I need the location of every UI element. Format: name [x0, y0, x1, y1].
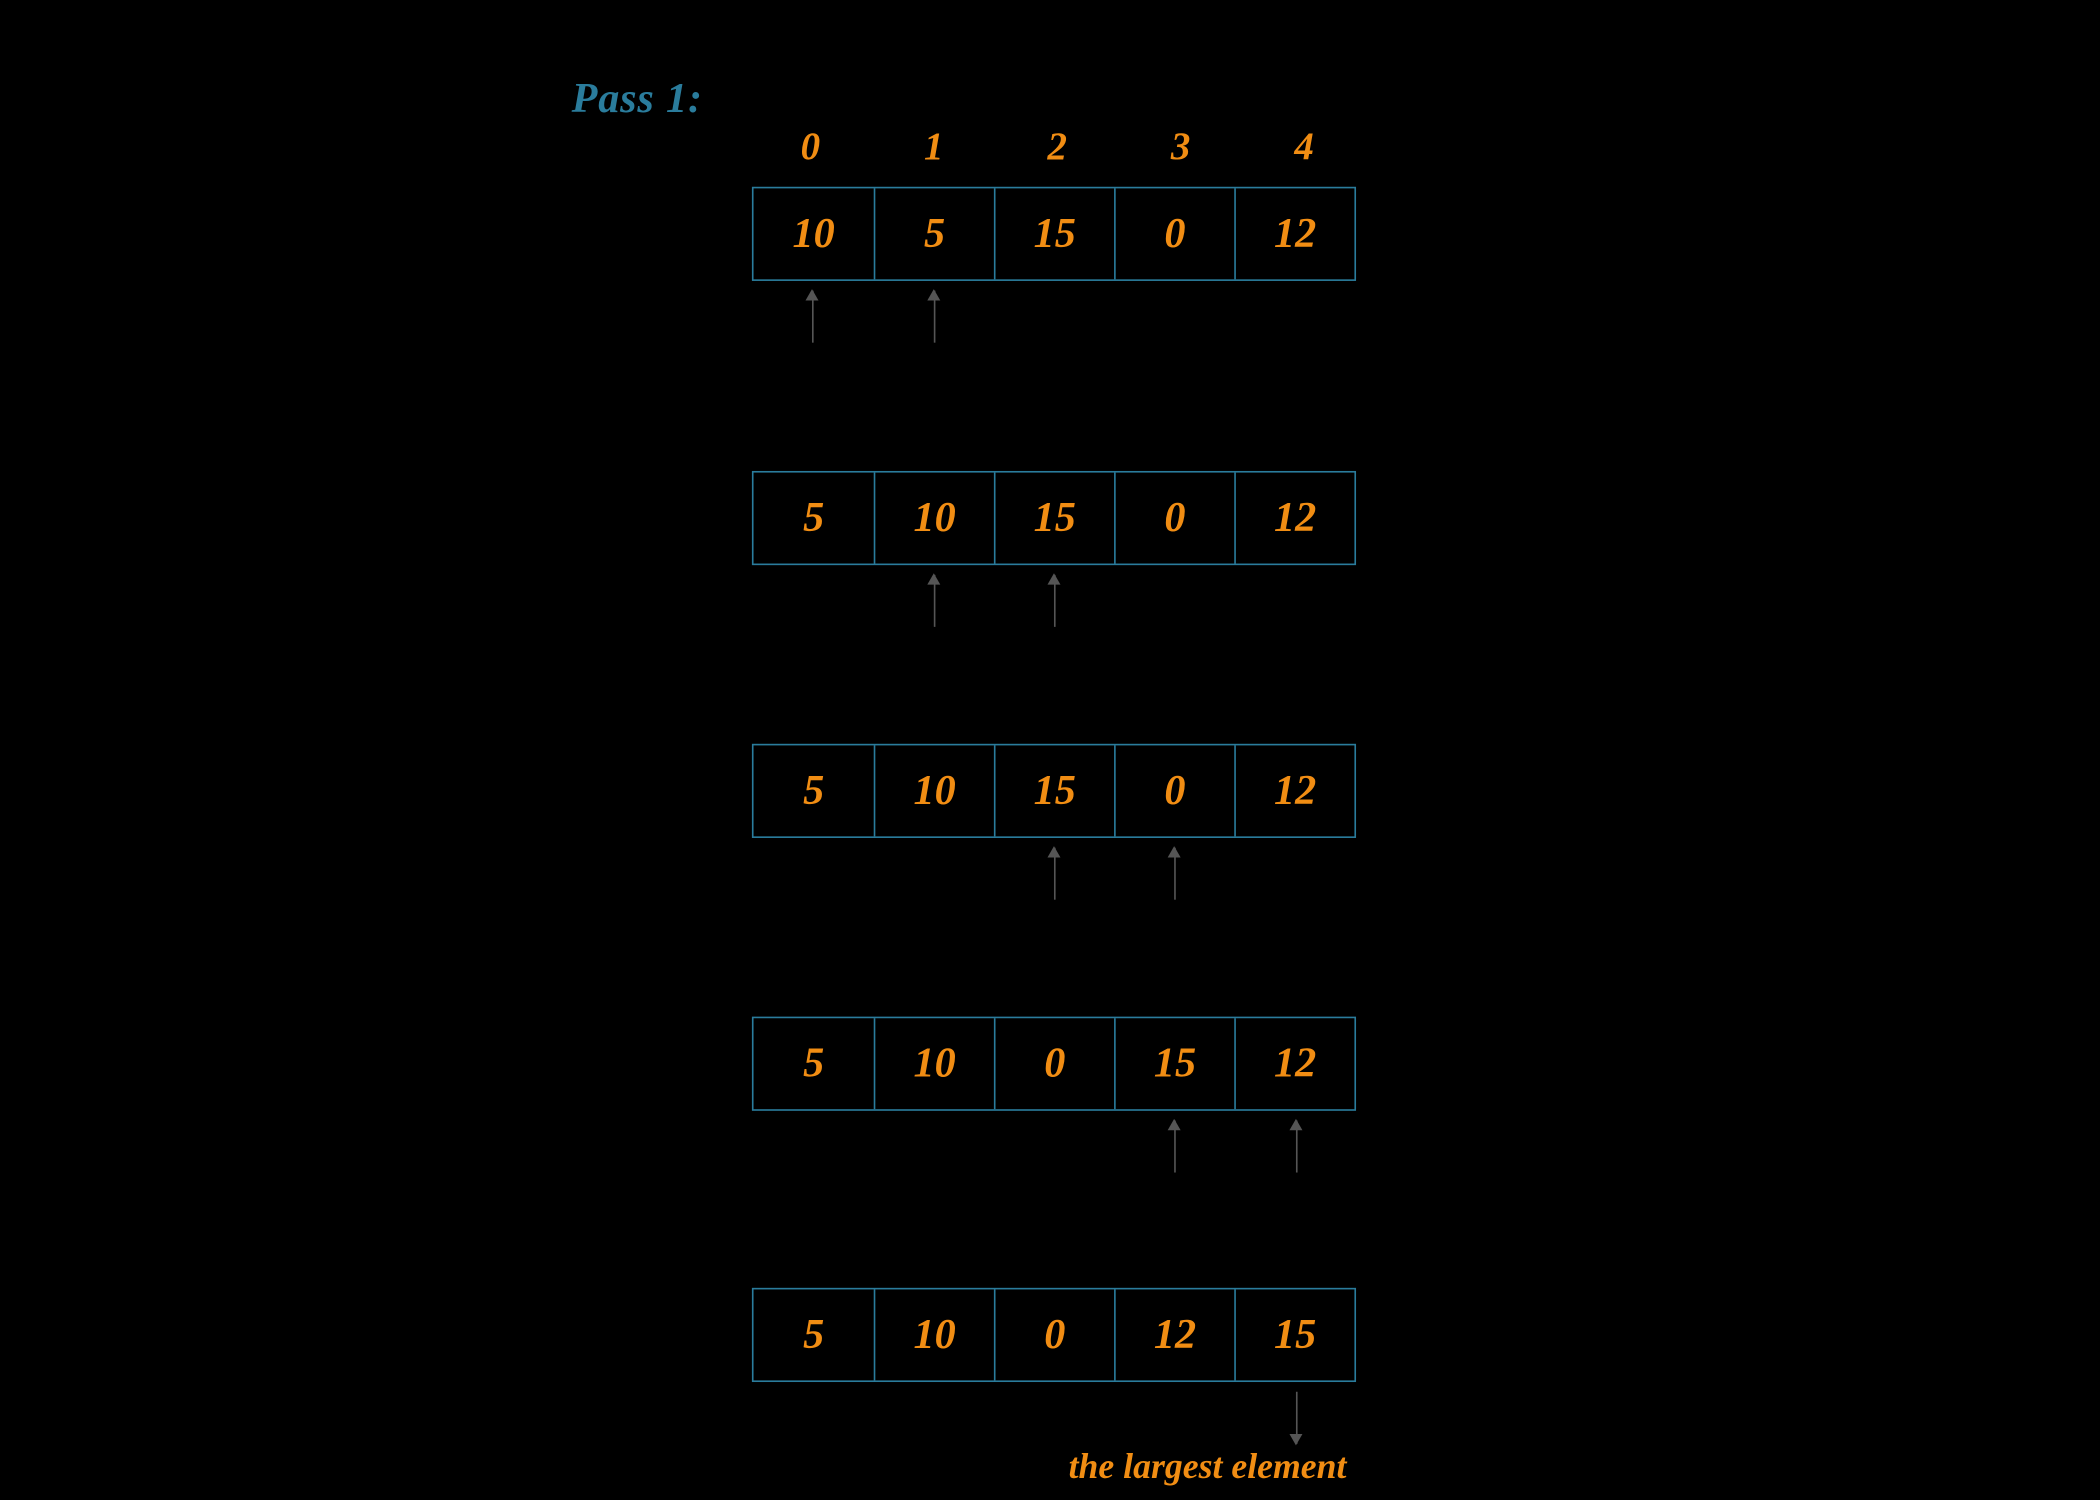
index-label: 4 [1242, 127, 1365, 171]
array-cell: 0 [994, 1018, 1114, 1109]
array-row: 51015012 [752, 471, 1356, 565]
compare-arrow-icon [1054, 848, 1056, 900]
index-label: 0 [749, 127, 872, 171]
array-cell: 12 [1234, 473, 1354, 564]
array-cell: 0 [1114, 745, 1234, 836]
compare-arrow-icon [1054, 575, 1056, 627]
compare-arrow-icon [1296, 1121, 1298, 1173]
array-row: 10515012 [752, 187, 1356, 281]
array-cell: 12 [1114, 1289, 1234, 1380]
compare-arrow-icon [933, 575, 935, 627]
array-cell: 15 [994, 745, 1114, 836]
array-cell: 5 [754, 1289, 874, 1380]
compare-arrow-icon [812, 291, 814, 343]
array-cell: 0 [994, 1289, 1114, 1380]
array-cell: 15 [1234, 1289, 1354, 1380]
array-cell: 0 [1114, 473, 1234, 564]
index-row: 01234 [749, 127, 1366, 171]
array-cell: 10 [874, 1289, 994, 1380]
compare-arrow-icon [1175, 1121, 1177, 1173]
array-cell: 5 [754, 1018, 874, 1109]
array-cell: 12 [1234, 745, 1354, 836]
compare-arrow-icon [1175, 848, 1177, 900]
array-row: 51001512 [752, 1017, 1356, 1111]
index-label: 1 [872, 127, 995, 171]
array-cell: 10 [874, 473, 994, 564]
array-cell: 15 [994, 188, 1114, 279]
array-cell: 15 [994, 473, 1114, 564]
array-cell: 5 [754, 745, 874, 836]
compare-arrow-icon [933, 291, 935, 343]
array-cell: 12 [1234, 188, 1354, 279]
array-cell: 10 [874, 745, 994, 836]
pass-title: Pass 1: [572, 75, 703, 124]
array-cell: 12 [1234, 1018, 1354, 1109]
array-cell: 5 [874, 188, 994, 279]
index-label: 3 [1119, 127, 1242, 171]
array-cell: 5 [754, 473, 874, 564]
array-row: 51001215 [752, 1288, 1356, 1382]
index-label: 2 [996, 127, 1119, 171]
annotation-largest: the largest element [1069, 1445, 1347, 1487]
result-arrow-icon [1296, 1392, 1298, 1444]
array-cell: 15 [1114, 1018, 1234, 1109]
array-cell: 10 [754, 188, 874, 279]
array-cell: 10 [874, 1018, 994, 1109]
array-row: 51015012 [752, 744, 1356, 838]
array-cell: 0 [1114, 188, 1234, 279]
